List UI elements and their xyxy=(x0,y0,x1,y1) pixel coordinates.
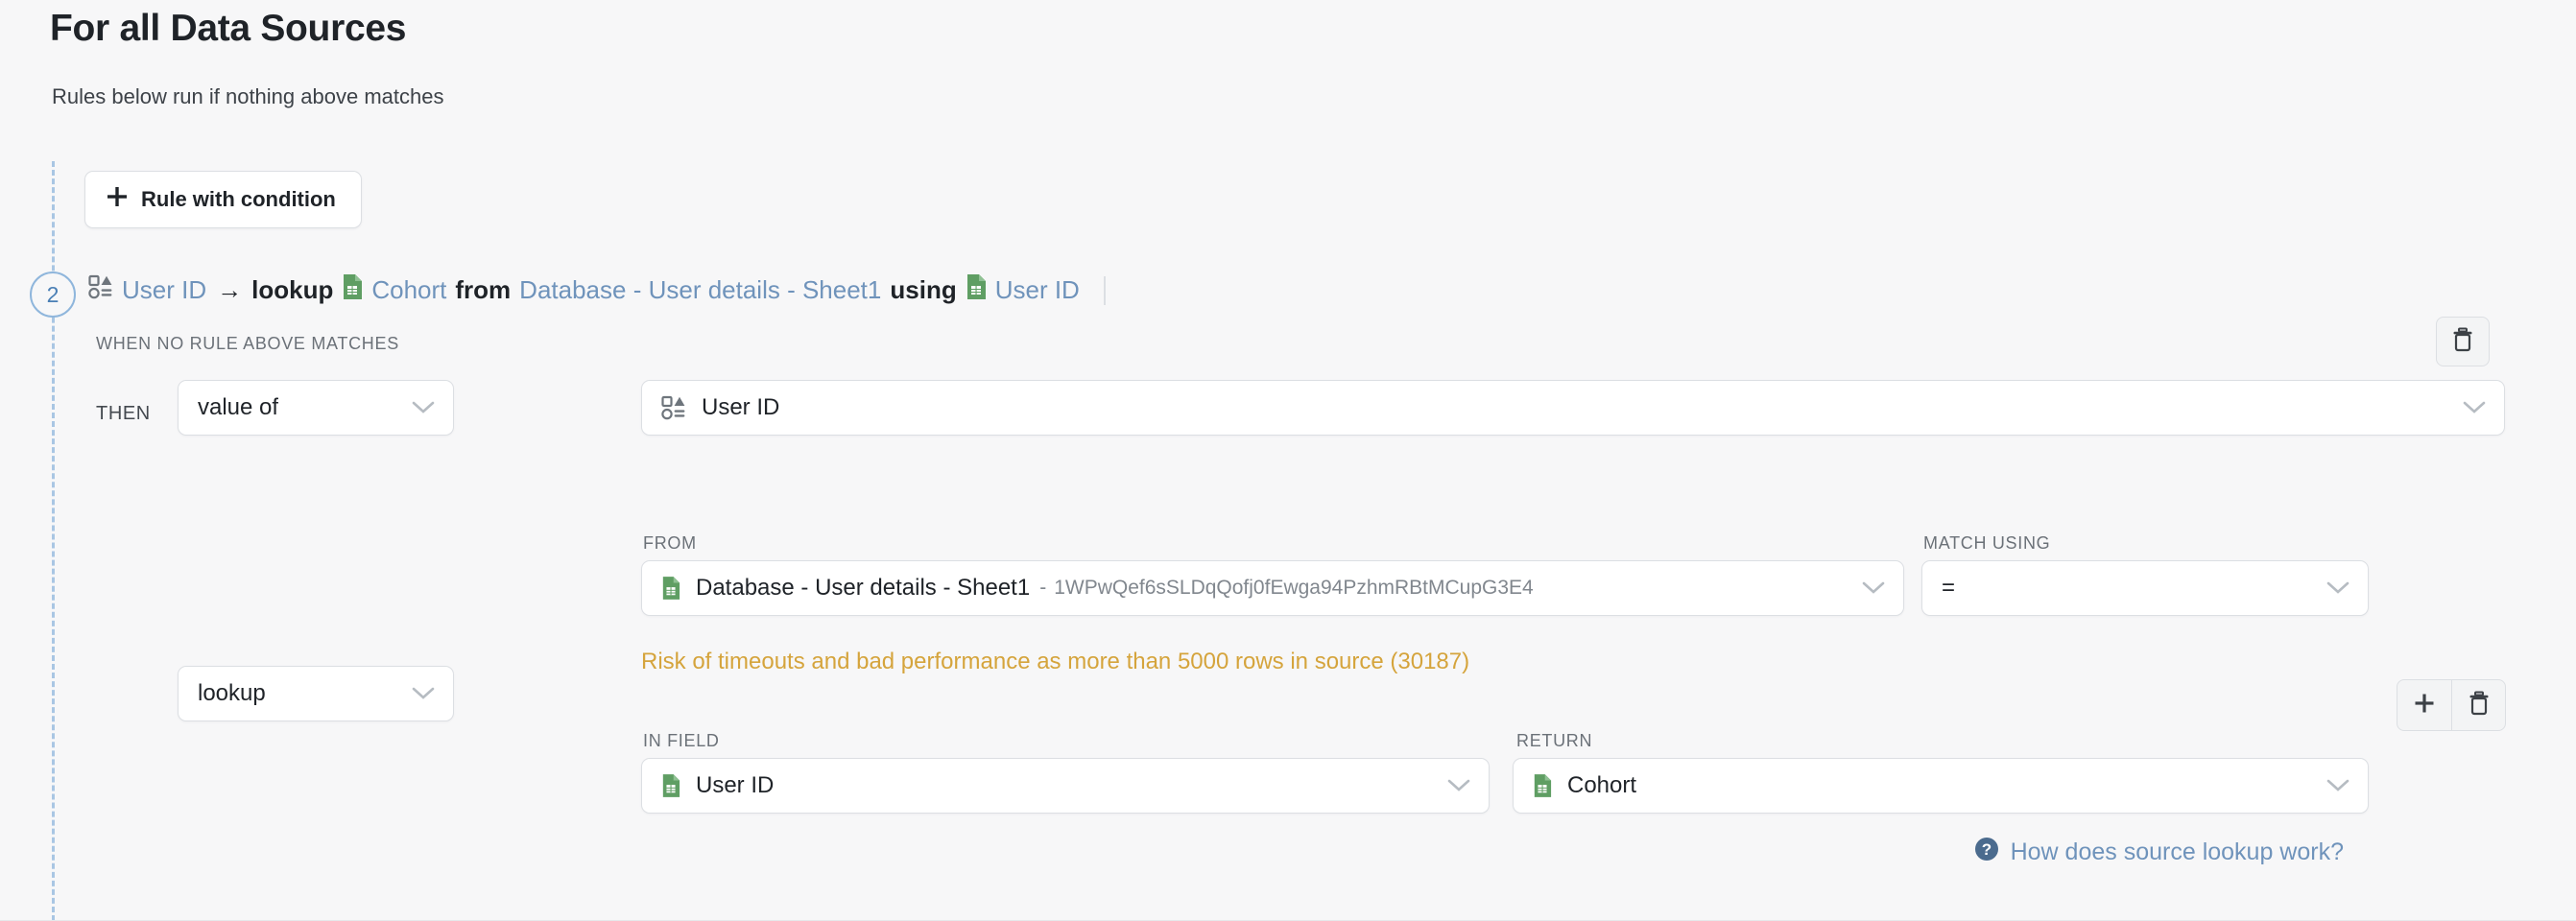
arrow-icon: → xyxy=(217,275,243,304)
from-label: FROM xyxy=(643,533,697,553)
operation-select[interactable]: lookup xyxy=(178,666,454,721)
summary-divider xyxy=(1103,275,1106,305)
plus-icon xyxy=(2414,693,2435,719)
help-link-label: How does source lookup work? xyxy=(2010,838,2344,865)
chevron-down-icon xyxy=(1846,580,1886,596)
chevron-down-icon xyxy=(1431,778,1471,793)
delete-rule-button[interactable] xyxy=(2436,317,2490,366)
rule-summary[interactable]: User ID → lookup Cohort from Database - … xyxy=(88,273,1106,307)
step-actions-group[interactable] xyxy=(2397,679,2506,731)
page-subtitle: Rules below run if nothing above matches xyxy=(52,84,444,108)
condition-label: When no rule above matches xyxy=(96,334,399,353)
attribute-icon xyxy=(661,395,686,420)
source-size-warning: Risk of timeouts and bad performance as … xyxy=(641,649,1470,674)
summary-from-word: from xyxy=(455,275,512,304)
chevron-down-icon xyxy=(2446,400,2487,415)
then-label: THEN xyxy=(96,403,151,424)
google-sheets-icon xyxy=(966,273,987,307)
attribute-icon xyxy=(88,274,113,306)
then-operator-select[interactable]: value of xyxy=(178,380,454,436)
then-field-select[interactable]: User ID xyxy=(641,380,2505,436)
in-field-label: IN FIELD xyxy=(643,731,720,750)
chevron-down-icon xyxy=(2310,778,2350,793)
in-field-value: User ID xyxy=(696,772,775,798)
match-using-select[interactable]: = xyxy=(1921,560,2369,616)
google-sheets-icon xyxy=(661,576,680,601)
match-using-value: = xyxy=(1942,575,1956,601)
add-rule-label: Rule with condition xyxy=(141,187,336,211)
question-circle-icon: ? xyxy=(1974,837,1999,868)
source-lookup-help-link[interactable]: ? How does source lookup work? xyxy=(1974,837,2344,868)
google-sheets-icon xyxy=(342,273,363,307)
google-sheets-icon xyxy=(661,773,680,798)
summary-source-name: Database - User details - Sheet1 xyxy=(519,275,882,304)
page-title: For all Data Sources xyxy=(50,8,407,49)
then-field-value: User ID xyxy=(702,394,780,420)
rules-editor-panel: For all Data Sources Rules below run if … xyxy=(0,0,2576,921)
return-field-value: Cohort xyxy=(1567,772,1637,798)
from-source-select[interactable]: Database - User details - Sheet1 - 1WPwQ… xyxy=(641,560,1904,616)
summary-using-word: using xyxy=(890,275,957,304)
summary-source-field: User ID xyxy=(122,275,207,304)
summary-match-field: User ID xyxy=(994,275,1080,304)
from-source-id: 1WPwQef6sSLDqQofj0fEwga94PzhmRBtMCupG3E4 xyxy=(1054,577,1534,599)
chevron-down-icon xyxy=(2310,580,2350,596)
in-field-select[interactable]: User ID xyxy=(641,758,1490,814)
then-operator-value: value of xyxy=(198,394,279,420)
return-field-select[interactable]: Cohort xyxy=(1513,758,2369,814)
summary-return-field: Cohort xyxy=(371,275,447,304)
return-field-label: RETURN xyxy=(1516,731,1593,750)
add-step-button[interactable] xyxy=(2397,680,2451,730)
plus-icon xyxy=(107,186,128,212)
delete-step-button[interactable] xyxy=(2451,680,2505,730)
chevron-down-icon xyxy=(395,686,436,701)
google-sheets-icon xyxy=(1533,773,1552,798)
chevron-down-icon xyxy=(395,400,436,415)
svg-text:?: ? xyxy=(1981,840,1991,859)
trash-icon xyxy=(2468,691,2491,720)
from-source-separator: - xyxy=(1039,577,1047,599)
add-rule-with-condition-button[interactable]: Rule with condition xyxy=(84,171,362,228)
match-using-label: MATCH USING xyxy=(1923,533,2051,553)
operation-value: lookup xyxy=(198,680,266,706)
rule-number-badge: 2 xyxy=(30,272,76,318)
trash-icon xyxy=(2451,327,2474,357)
from-source-value: Database - User details - Sheet1 xyxy=(696,575,1031,601)
summary-operation: lookup xyxy=(251,275,334,304)
